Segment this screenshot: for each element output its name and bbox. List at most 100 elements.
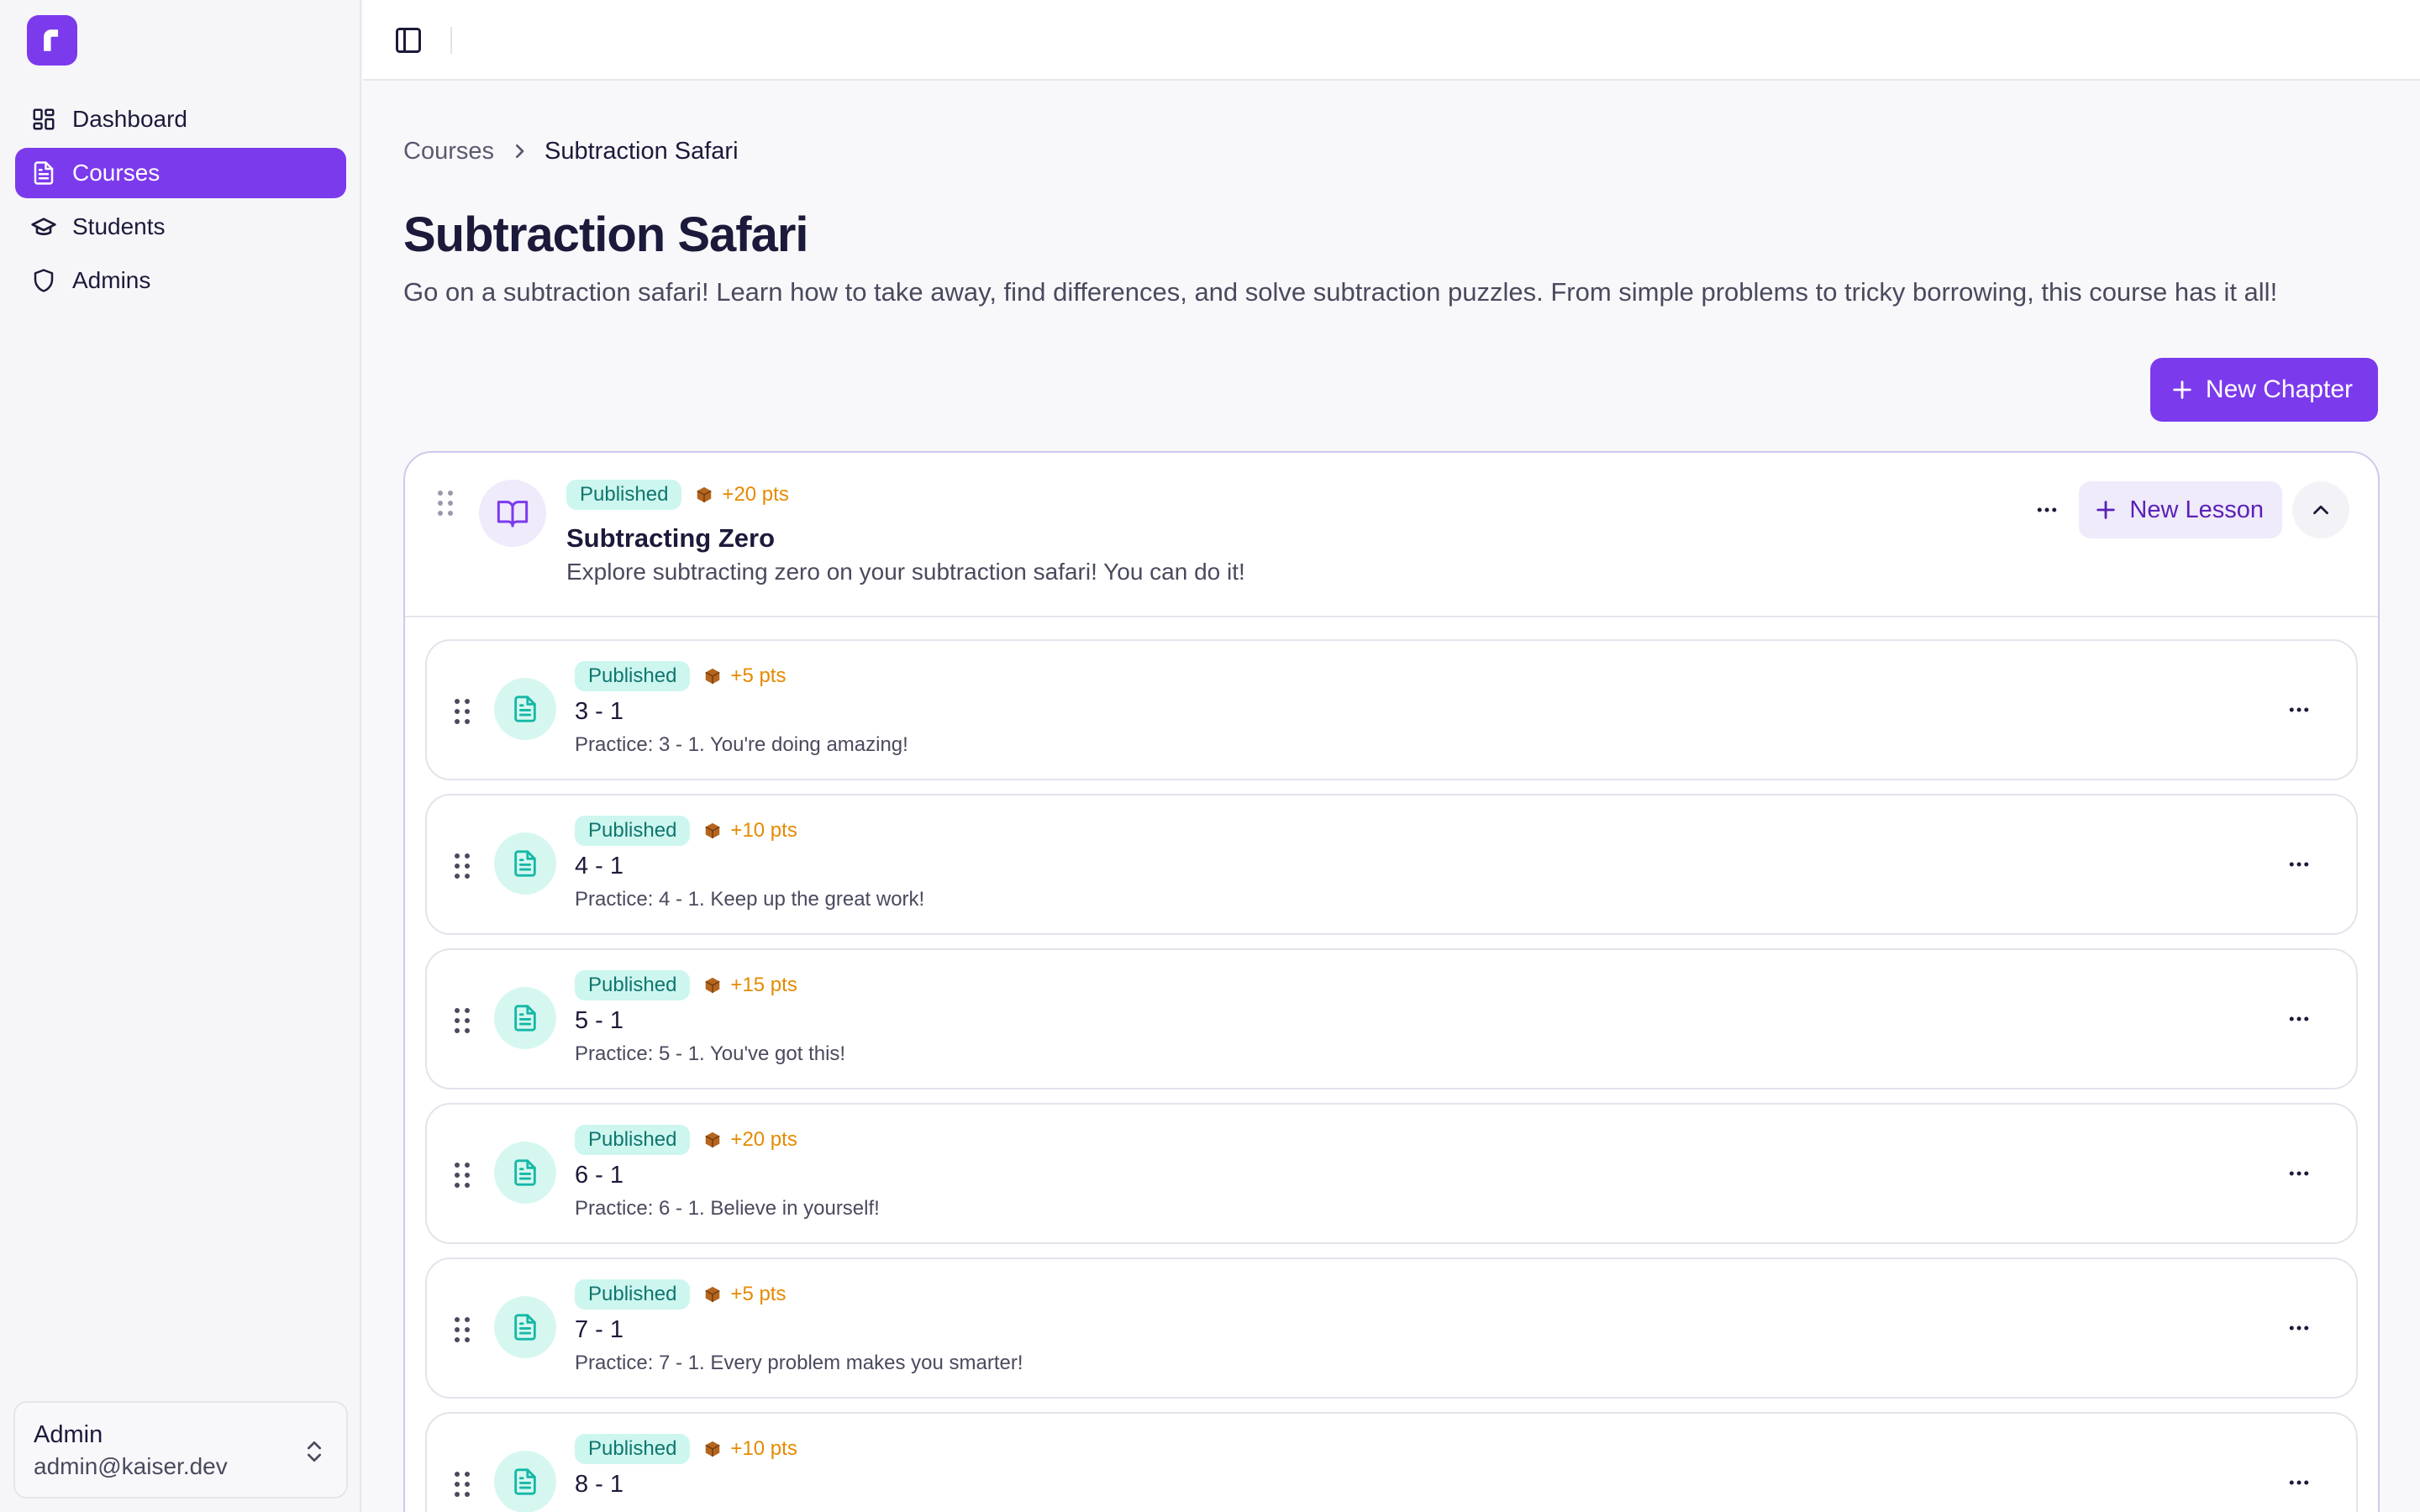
sidebar-item-label: Courses [72,160,160,186]
lesson-title: 7 - 1 [575,1316,624,1343]
file-text-icon [514,1159,536,1186]
drag-handle-icon[interactable] [454,853,471,879]
box-icon [705,1441,721,1457]
sidebar-item-dashboard[interactable]: Dashboard [15,94,346,144]
graduation-cap-icon [29,212,59,242]
points-label: +15 pts [703,974,797,997]
new-chapter-label: New Chapter [2205,375,2353,403]
lesson-meta: Published +10 pts [575,816,797,846]
sidebar-item-students[interactable]: Students [15,202,346,252]
user-name: Admin [34,1421,103,1448]
chapter-title: Subtracting Zero [566,523,776,553]
lesson-card[interactable]: Published +20 pts 6 - 1 Practice: 6 - 1.… [425,1103,2358,1244]
status-badge: Published [566,480,682,510]
app-logo[interactable] [27,15,77,66]
lesson-description: Practice: 7 - 1. Every problem makes you… [575,1352,1023,1374]
status-badge: Published [575,661,691,691]
points-label: +20 pts [695,483,789,507]
lesson-title: 6 - 1 [575,1162,624,1189]
lesson-more-button[interactable] [2277,1152,2321,1195]
breadcrumb: Courses Subtraction Safari [403,134,739,168]
lesson-more-button[interactable] [2277,1306,2321,1350]
chapter-more-button[interactable] [2025,488,2069,532]
user-email: admin@kaiser.dev [34,1453,228,1479]
points-value: +10 pts [730,819,797,842]
more-horizontal-icon [2289,707,2309,712]
sidebar-item-label: Admins [72,267,151,293]
drag-handle-icon[interactable] [454,1316,471,1343]
lesson-file-icon-wrap [494,1142,556,1204]
chevron-up-icon [2313,505,2328,515]
status-badge: Published [575,970,691,1000]
chapter-book-icon-wrap [479,480,546,547]
chapter-card: Published +20 pts Subtracting Zero Explo… [403,451,2380,1512]
drag-handle-icon[interactable] [454,1007,471,1034]
user-menu[interactable]: Admin admin@kaiser.dev [13,1401,348,1499]
lesson-more-button[interactable] [2277,843,2321,886]
sidebar-item-label: Dashboard [72,106,187,132]
lesson-meta: Published +5 pts [575,661,786,691]
points-value: +5 pts [730,664,786,687]
more-horizontal-icon [2289,1326,2309,1331]
lesson-description: Practice: 6 - 1. Believe in yourself! [575,1197,880,1220]
file-text-icon [514,1468,536,1495]
drag-handle-icon[interactable] [454,698,471,725]
status-badge: Published [575,816,691,846]
points-label: +5 pts [703,1283,786,1306]
lesson-file-icon-wrap [494,987,556,1049]
points-value: +10 pts [730,1437,797,1460]
book-open-icon [497,501,529,528]
chapter-header: Published +20 pts Subtracting Zero Explo… [405,453,2378,617]
lesson-card[interactable]: Published +10 pts 8 - 1 [425,1412,2358,1512]
lesson-card[interactable]: Published +10 pts 4 - 1 Practice: 4 - 1.… [425,794,2358,935]
document-icon [29,158,59,188]
shield-icon [29,265,59,296]
collapse-chapter-button[interactable] [2292,481,2349,538]
drag-handle-icon[interactable] [454,1471,471,1498]
more-horizontal-icon [2289,1480,2309,1485]
new-lesson-button[interactable]: New Lesson [2079,481,2282,538]
more-horizontal-icon [2289,862,2309,867]
points-value: +20 pts [722,483,789,506]
lesson-meta: Published +10 pts [575,1434,797,1464]
lesson-file-icon-wrap [494,678,556,740]
more-horizontal-icon [2037,507,2057,512]
box-icon [705,822,721,839]
lesson-more-button[interactable] [2277,688,2321,732]
sidebar-item-admins[interactable]: Admins [15,255,346,306]
lesson-file-icon-wrap [494,1296,556,1358]
breadcrumb-courses-link[interactable]: Courses [403,138,494,165]
lesson-card[interactable]: Published +15 pts 5 - 1 Practice: 5 - 1.… [425,948,2358,1089]
sidebar-toggle-icon[interactable] [393,25,424,55]
points-label: +10 pts [703,819,797,843]
points-label: +10 pts [703,1437,797,1461]
status-badge: Published [575,1125,691,1155]
lesson-more-button[interactable] [2277,1461,2321,1504]
box-icon [705,1286,721,1303]
more-horizontal-icon [2289,1016,2309,1021]
sidebar-item-courses[interactable]: Courses [15,148,346,198]
lesson-more-button[interactable] [2277,997,2321,1041]
lesson-card[interactable]: Published +5 pts 7 - 1 Practice: 7 - 1. … [425,1257,2358,1399]
points-value: +20 pts [730,1128,797,1151]
file-text-icon [514,1314,536,1341]
status-badge: Published [575,1279,691,1310]
lesson-title: 5 - 1 [575,1007,624,1034]
sidebar-nav: Dashboard Courses Students Admins [15,94,346,309]
breadcrumb-current: Subtraction Safari [544,137,739,165]
main-content: Courses Subtraction Safari Subtraction S… [363,81,2420,1512]
new-lesson-label: New Lesson [2129,496,2264,523]
box-icon [705,977,721,994]
page-description: Go on a subtraction safari! Learn how to… [403,277,2278,307]
new-chapter-button[interactable]: New Chapter [2149,358,2378,422]
drag-handle-icon[interactable] [454,1162,471,1189]
lesson-description: Practice: 3 - 1. You're doing amazing! [575,733,908,756]
logo-r-icon [44,29,59,51]
page-title: Subtraction Safari [403,207,809,262]
chevrons-up-down-icon [308,1441,321,1462]
status-badge: Published [575,1434,691,1464]
lesson-card[interactable]: Published +5 pts 3 - 1 Practice: 3 - 1. … [425,639,2358,780]
file-text-icon [514,1005,536,1032]
box-icon [697,486,713,503]
drag-handle-icon[interactable] [437,490,454,517]
